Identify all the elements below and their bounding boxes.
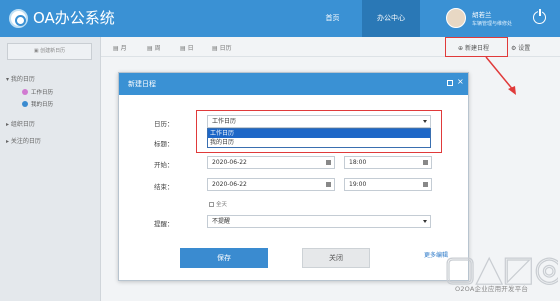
settings-button[interactable]: ⚙ 设置: [511, 43, 530, 52]
check-circle-icon: [22, 101, 28, 107]
end-time-value: 19:00: [349, 181, 367, 188]
calendar-icon: ▤: [180, 45, 188, 52]
tab-day-label: 日: [187, 45, 194, 52]
sidebar-subitem-work[interactable]: 工作日历: [22, 88, 53, 96]
new-schedule-dialog: 新建日程 ×: [118, 72, 469, 281]
sidebar-label-org: 组织日历: [10, 121, 35, 128]
calendar-icon: ▤: [113, 45, 121, 52]
tab-calendar[interactable]: ▤ 日历: [212, 43, 232, 52]
start-date-value: 2020-06-22: [212, 159, 247, 166]
sidebar-item-org-calendar[interactable]: ▸ 组织日历: [6, 119, 35, 128]
watermark-text: O2OA企业应用开发平台: [455, 285, 529, 293]
remind-select[interactable]: 不提醒: [207, 215, 431, 228]
plus-circle-icon: ⊕: [458, 45, 465, 52]
sidebar-subitem-mine-label: 我的日历: [31, 102, 54, 108]
top-bar: OA办公系统 首页 办公中心 胡若兰 车辆管理与维修处: [0, 0, 560, 37]
tab-month-label: 月: [120, 45, 127, 52]
sidebar-item-followed-calendar[interactable]: ▸ 关注的日历: [6, 136, 41, 145]
annotation-arrow: [485, 56, 516, 95]
allday-label: 全天: [216, 202, 228, 208]
sidebar-label-followed: 关注的日历: [10, 138, 41, 145]
create-calendar-button[interactable]: ▣ 创建新日历: [7, 43, 92, 60]
sidebar-label-my-calendar: 我的日历: [10, 76, 35, 83]
start-date-input[interactable]: 2020-06-22: [207, 156, 335, 169]
tab-day[interactable]: ▤ 日: [180, 43, 194, 52]
dialog-title: 新建日程: [128, 80, 156, 88]
logo-icon: [9, 9, 28, 28]
end-date-input[interactable]: 2020-06-22: [207, 178, 335, 191]
sidebar-item-my-calendar[interactable]: ▾ 我的日历: [6, 74, 35, 83]
app-title: OA办公系统: [33, 9, 115, 27]
start-label: 开始：: [154, 161, 174, 169]
power-icon[interactable]: [533, 9, 546, 24]
checkbox-icon: [209, 202, 214, 207]
end-label: 结束：: [154, 183, 174, 191]
sidebar-subitem-mine[interactable]: 我的日历: [22, 100, 53, 108]
close-icon[interactable]: ×: [457, 77, 464, 86]
start-time-input[interactable]: 18:00: [344, 156, 432, 169]
allday-checkbox[interactable]: 全天: [209, 200, 227, 208]
new-schedule-button[interactable]: ⊕ 新建日程: [458, 43, 489, 52]
end-date-value: 2020-06-22: [212, 181, 247, 188]
sidebar: ▣ 创建新日历 ▾ 我的日历 工作日历 我的日历 ▸ 组织日历 ▸ 关注的日历: [0, 37, 101, 301]
calendar-label: 日历：: [154, 120, 174, 128]
tab-week[interactable]: ▤ 周: [147, 43, 161, 52]
calendar-icon: [326, 160, 331, 165]
end-time-input[interactable]: 19:00: [344, 178, 432, 191]
nav-home[interactable]: 首页: [305, 0, 360, 37]
new-schedule-label: 新建日程: [464, 45, 489, 52]
calendar-icon: [326, 182, 331, 187]
maximize-icon[interactable]: [447, 80, 453, 86]
subject-label: 标题：: [154, 140, 174, 148]
chevron-down-icon: [423, 220, 427, 223]
user-department: 车辆管理与维修处: [472, 21, 513, 27]
settings-label: 设置: [518, 45, 531, 52]
avatar[interactable]: [446, 8, 466, 28]
calendar-highlight-box: [196, 110, 442, 153]
nav-office-center[interactable]: 办公中心: [362, 0, 420, 37]
calendar-icon: ▤: [212, 45, 220, 52]
start-time-value: 18:00: [349, 159, 367, 166]
clock-icon: [423, 160, 428, 165]
remind-select-value: 不提醒: [212, 218, 231, 225]
check-circle-icon: [22, 89, 28, 95]
dialog-header: 新建日程 ×: [119, 73, 468, 95]
remind-label: 提醒：: [154, 220, 174, 228]
tab-month[interactable]: ▤ 月: [113, 43, 127, 52]
save-button[interactable]: 保存: [180, 248, 268, 268]
clock-icon: [423, 182, 428, 187]
close-button[interactable]: 关闭: [302, 248, 370, 268]
create-calendar-label: 创建新日历: [40, 48, 66, 54]
user-name: 胡若兰: [472, 11, 492, 19]
calendar-icon: ▤: [147, 45, 155, 52]
tab-calendar-label: 日历: [219, 45, 232, 52]
sidebar-subitem-work-label: 工作日历: [31, 90, 54, 96]
tab-week-label: 周: [154, 45, 161, 52]
